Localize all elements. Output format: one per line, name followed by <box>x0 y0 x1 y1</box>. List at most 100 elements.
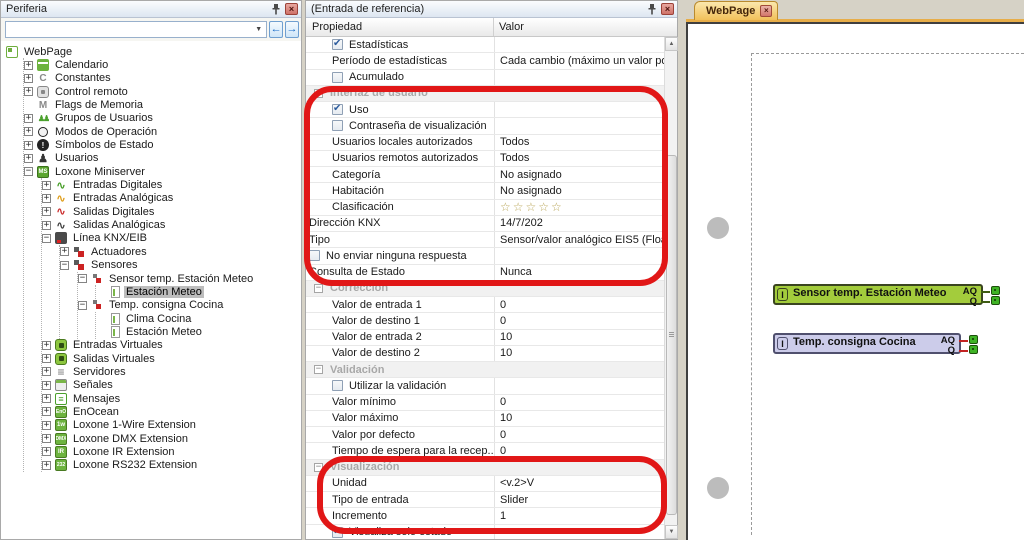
tree-item[interactable]: + Modos de Operación <box>24 125 301 138</box>
property-value-cell[interactable]: Todos <box>494 151 664 166</box>
tree-item[interactable]: WebPage <box>6 45 301 58</box>
tree-expander[interactable]: − <box>42 234 51 243</box>
tree-expander[interactable]: + <box>24 127 33 136</box>
tree-item[interactable]: + Loxone DMX Extension <box>42 432 301 445</box>
property-value-cell[interactable]: 0 <box>494 443 664 458</box>
tree-expander[interactable]: + <box>42 221 51 230</box>
property-row[interactable]: Valor de entrada 10 <box>306 297 664 313</box>
property-row[interactable]: Clasificación☆☆☆☆☆ <box>306 200 664 216</box>
property-value-cell[interactable]: Cada cambio (máximo un valor po... <box>494 53 664 68</box>
tree-item-label[interactable]: Clima Cocina <box>124 313 193 325</box>
block-input-label[interactable]: I <box>777 337 788 350</box>
tree-item[interactable]: +Mensajes <box>42 392 301 405</box>
tree-item-label[interactable]: Grupos de Usuarios <box>53 112 155 124</box>
tree-item[interactable]: +Calendario <box>24 58 301 71</box>
tree-expander[interactable]: + <box>42 367 51 376</box>
tree-expander[interactable]: + <box>42 461 51 470</box>
property-row[interactable]: Consulta de EstadoNunca <box>306 265 664 281</box>
output-connector[interactable] <box>969 335 978 344</box>
design-canvas[interactable]: ISensor temp. Estación MeteoAQQITemp. co… <box>686 22 1024 540</box>
tree-expander[interactable]: + <box>24 61 33 70</box>
section-row[interactable]: −Corrección <box>306 281 664 297</box>
tree-expander[interactable]: + <box>60 247 69 256</box>
tree-item[interactable]: − Loxone Miniserver <box>24 165 301 178</box>
tree-item-label[interactable]: Actuadores <box>89 246 149 258</box>
property-row[interactable]: Valor por defecto0 <box>306 427 664 443</box>
tree-item-label[interactable]: Salidas Digitales <box>71 206 156 218</box>
property-value-cell[interactable]: 10 <box>494 330 664 345</box>
property-row[interactable]: Valor máximo10 <box>306 411 664 427</box>
property-value-cell[interactable]: Nunca <box>494 265 664 280</box>
property-value-cell[interactable]: 14/7/202 <box>494 216 664 231</box>
tree-item[interactable]: +Salidas Virtuales <box>42 352 301 365</box>
webpage-tab[interactable]: WebPage × <box>694 1 778 20</box>
property-row[interactable]: Valor mínimo0 <box>306 395 664 411</box>
property-row[interactable]: Acumulado <box>306 70 664 86</box>
tree-item-label[interactable]: EnOcean <box>71 406 121 418</box>
tree-item[interactable]: −Línea KNX/EIB <box>42 232 301 245</box>
property-row[interactable]: No enviar ninguna respuesta <box>306 248 664 264</box>
tree-expander[interactable]: + <box>42 207 51 216</box>
tree-item[interactable]: +Entradas Analógicas <box>42 192 301 205</box>
checkbox-checked[interactable] <box>332 104 343 115</box>
tree-item[interactable]: + Actuadores <box>60 245 301 258</box>
tree-item[interactable]: −Temp. consigna Cocina <box>78 299 301 312</box>
pin-icon[interactable] <box>270 3 282 15</box>
tree-item[interactable]: + Salidas Digitales <box>42 205 301 218</box>
property-row[interactable]: Usuarios remotos autorizadosTodos <box>306 151 664 167</box>
tree-item[interactable]: + Loxone RS232 Extension <box>42 459 301 472</box>
tree-item-label[interactable]: Estación Meteo <box>124 286 204 298</box>
tree-item[interactable]: +Control remoto <box>24 85 301 98</box>
tree-item[interactable]: Clima Cocina <box>96 312 301 325</box>
tree-item-label[interactable]: Señales <box>71 379 115 391</box>
tree-item-label[interactable]: Loxone Miniserver <box>53 166 147 178</box>
tree-item[interactable]: Estación Meteo <box>96 325 301 338</box>
tree-expander[interactable]: − <box>24 167 33 176</box>
tree-item[interactable]: + Símbolos de Estado <box>24 138 301 151</box>
tree-item-label[interactable]: Loxone 1-Wire Extension <box>71 419 198 431</box>
tree-item-label[interactable]: Modos de Operación <box>53 126 159 138</box>
tree-item[interactable]: +Usuarios <box>24 152 301 165</box>
tree-expander[interactable]: + <box>24 114 33 123</box>
tree-item[interactable]: +EnOcean <box>42 405 301 418</box>
tree-item-label[interactable]: Salidas Virtuales <box>71 353 157 365</box>
tree-expander[interactable]: + <box>42 434 51 443</box>
section-row[interactable]: −Validación <box>306 362 664 378</box>
chevron-down-icon[interactable]: ▼ <box>252 23 265 36</box>
section-expander[interactable]: − <box>314 463 323 472</box>
property-value-cell[interactable] <box>494 525 664 540</box>
section-expander[interactable]: − <box>314 89 323 98</box>
pin-icon[interactable] <box>646 3 658 15</box>
tree-item-label[interactable]: Loxone IR Extension <box>71 446 177 458</box>
section-expander[interactable]: − <box>314 284 323 293</box>
tree-expander[interactable]: + <box>24 87 33 96</box>
tree-item-label[interactable]: Usuarios <box>53 152 100 164</box>
column-header-propiedad[interactable]: Propiedad <box>306 18 494 36</box>
output-connector[interactable] <box>991 286 1000 295</box>
tree-expander[interactable]: + <box>42 447 51 456</box>
checkbox-unchecked[interactable] <box>309 250 320 261</box>
tree-item-label[interactable]: Símbolos de Estado <box>53 139 155 151</box>
tree-item[interactable]: −Sensor temp. Estación Meteo <box>78 272 301 285</box>
close-icon[interactable]: × <box>661 3 674 15</box>
property-value-cell[interactable]: Todos <box>494 135 664 150</box>
tree-item-label[interactable]: Loxone RS232 Extension <box>71 459 199 471</box>
tree-expander[interactable]: + <box>24 141 33 150</box>
property-value-cell[interactable]: <v.2>V <box>494 476 664 491</box>
stars-rating[interactable]: ☆☆☆☆☆ <box>500 200 564 214</box>
property-row[interactable]: Valor de destino 10 <box>306 313 664 329</box>
tree-item[interactable]: +Entradas Virtuales <box>42 339 301 352</box>
tree-item-label[interactable]: Servidores <box>71 366 128 378</box>
vertical-scrollbar[interactable]: ▲ ▼ <box>664 37 677 539</box>
property-row[interactable]: Contraseña de visualización <box>306 118 664 134</box>
tree-item-label[interactable]: Loxone DMX Extension <box>71 433 190 445</box>
right-splitter[interactable] <box>678 0 686 540</box>
property-row[interactable]: Estadísticas <box>306 37 664 53</box>
property-value-cell[interactable] <box>494 37 664 52</box>
property-value-cell[interactable] <box>494 102 664 117</box>
property-value-cell[interactable] <box>494 70 664 85</box>
function-block[interactable]: ISensor temp. Estación MeteoAQQ <box>773 284 983 305</box>
property-value-cell[interactable]: 10 <box>494 411 664 426</box>
property-value-cell[interactable] <box>494 248 664 263</box>
tree-item-label[interactable]: Entradas Analógicas <box>71 192 175 204</box>
